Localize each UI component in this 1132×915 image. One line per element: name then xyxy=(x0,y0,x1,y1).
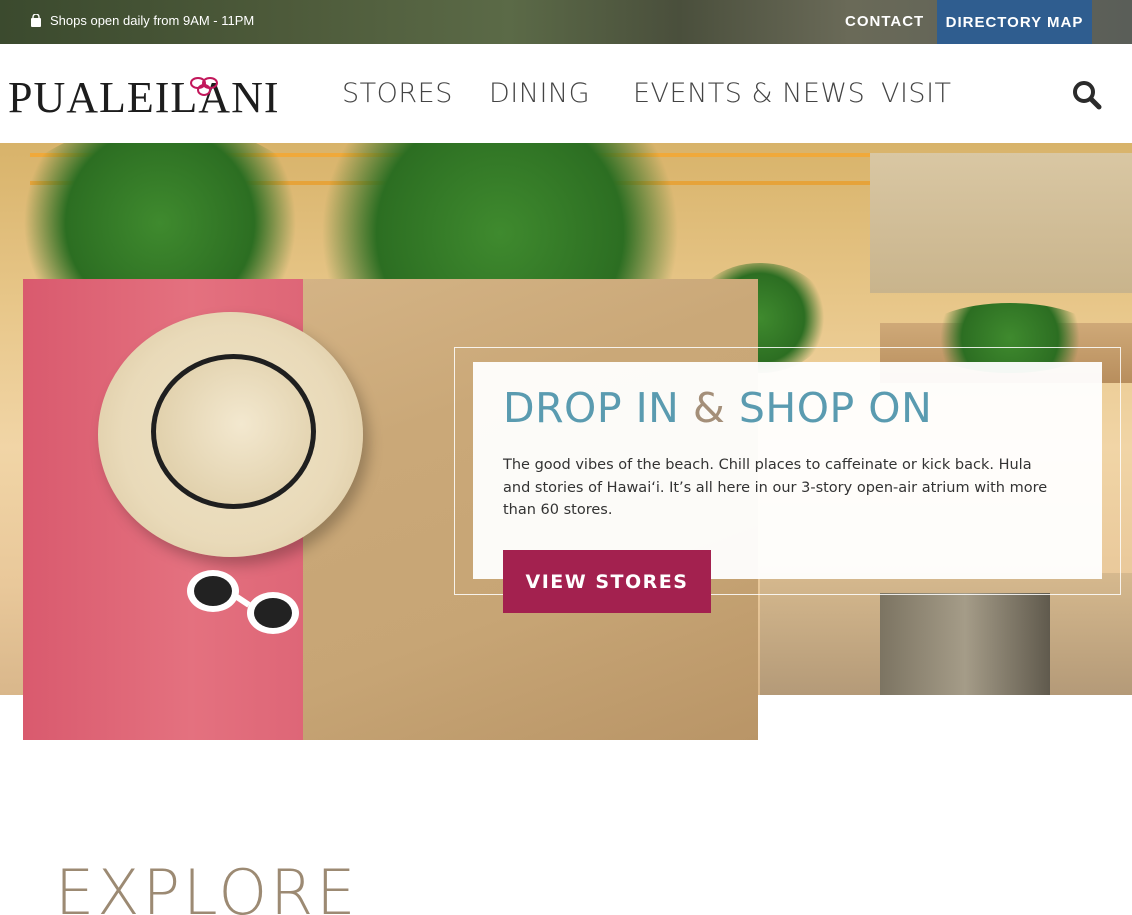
contact-link[interactable]: CONTACT xyxy=(845,13,924,30)
top-bar: Shops open daily from 9AM - 11PM CONTACT… xyxy=(0,0,1132,44)
store-hours-text: Shops open daily from 9AM - 11PM xyxy=(50,13,255,28)
nav-stores[interactable]: STORES xyxy=(342,78,453,109)
site-header: PUALEILANI STORES DINING EVENTS & NEWS V… xyxy=(0,44,1132,143)
nav-visit[interactable]: VISIT xyxy=(881,78,952,109)
site-logo[interactable]: PUALEILANI xyxy=(8,72,280,123)
nav-events-news[interactable]: EVENTS & NEWS xyxy=(633,78,865,109)
store-hours: Shops open daily from 9AM - 11PM xyxy=(30,13,254,28)
hero-card: DROP IN & SHOP ON The good vibes of the … xyxy=(473,362,1102,579)
hibiscus-logo-icon xyxy=(190,77,218,96)
directory-map-button[interactable]: DIRECTORY MAP xyxy=(937,0,1092,44)
shopping-bag-icon xyxy=(31,14,41,27)
view-stores-button[interactable]: VIEW STORES xyxy=(503,550,711,613)
logo-text: PUALEILANI xyxy=(8,73,280,122)
hero-title: DROP IN & SHOP ON xyxy=(503,384,933,432)
search-icon[interactable] xyxy=(1070,78,1104,112)
sunglasses xyxy=(187,570,299,634)
nav-dining[interactable]: DINING xyxy=(489,78,590,109)
explore-heading: EXPLORE xyxy=(55,856,359,915)
hero-description: The good vibes of the beach. Chill place… xyxy=(503,457,1048,518)
